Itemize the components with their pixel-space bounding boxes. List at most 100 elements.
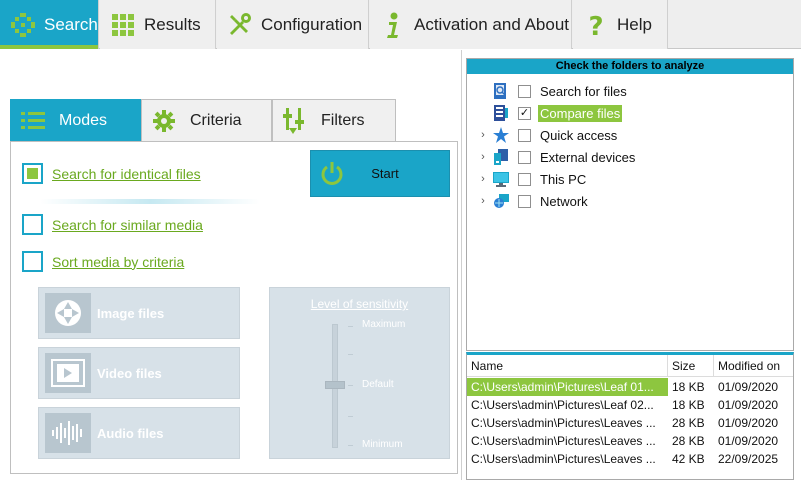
expand-chevron-icon[interactable]: › <box>476 195 490 207</box>
option-similar-media[interactable]: Search for similar media <box>22 214 203 235</box>
start-button[interactable]: Start <box>310 150 450 197</box>
tree-item-label: Search for files <box>540 83 627 99</box>
file-modified: 01/09/2020 <box>714 378 793 396</box>
file-row[interactable]: C:\Users\admin\Pictures\Leaf 02... 18 KB… <box>467 396 793 414</box>
sensitivity-title: Level of sensitivity <box>310 297 409 311</box>
svg-text:?: ? <box>588 12 603 39</box>
video-icon <box>45 353 91 393</box>
slider-tick <box>348 445 353 446</box>
tab-results[interactable]: Results <box>100 0 216 49</box>
option-sort-media[interactable]: Sort media by criteria <box>22 251 184 272</box>
start-button-label: Start <box>371 166 399 181</box>
file-size: 42 KB <box>672 452 705 466</box>
compare-files-checkbox[interactable]: ✓ <box>518 106 531 120</box>
identical-files-label[interactable]: Search for identical files <box>52 166 201 182</box>
slider-tick <box>348 326 353 327</box>
waveform-icon <box>45 413 91 453</box>
file-row[interactable]: C:\Users\admin\Pictures\Leaves ... 28 KB… <box>467 432 793 450</box>
slider-tick <box>348 416 353 417</box>
tab-activation-about[interactable]: Activation and About <box>370 0 572 49</box>
slider-tick <box>348 354 353 355</box>
file-name: C:\Users\admin\Pictures\Leaves ... <box>471 434 656 448</box>
tree-item-label: Network <box>540 193 588 209</box>
file-modified: 22/09/2025 <box>718 452 779 466</box>
tab-search-label: Search <box>44 14 98 34</box>
file-size: 18 KB <box>668 378 714 396</box>
question-icon: ? <box>579 8 613 42</box>
network-checkbox[interactable] <box>518 194 531 208</box>
column-header-name[interactable]: Name <box>467 355 668 377</box>
column-header-modified[interactable]: Modified on <box>714 355 793 377</box>
identical-files-checkbox[interactable] <box>22 163 43 184</box>
tree-item-label: This PC <box>540 171 587 187</box>
sensitivity-max-label: Maximum <box>362 319 406 330</box>
tab-help[interactable]: ? Help <box>573 0 668 49</box>
file-row[interactable]: C:\Users\admin\Pictures\Leaf 01... 18 KB… <box>467 378 793 396</box>
tools-icon <box>223 8 257 42</box>
file-row[interactable]: C:\Users\admin\Pictures\Leaves ... 42 KB… <box>467 450 793 468</box>
main-tab-bar: Search Results Configuration Activation … <box>0 0 801 49</box>
filter-sliders-icon <box>281 107 309 135</box>
checkbox-checked-mark <box>27 168 38 179</box>
tab-filters-label: Filters <box>321 111 365 129</box>
option-divider <box>40 199 260 204</box>
tab-search[interactable]: Search <box>0 0 99 49</box>
expand-chevron-icon[interactable]: › <box>476 151 490 163</box>
audio-files-button: Audio files <box>38 407 240 459</box>
tab-criteria-label: Criteria <box>190 111 242 129</box>
tree-item-search-files[interactable]: Search for files <box>467 81 629 101</box>
tree-item-compare-files[interactable]: ✓ Compare files <box>467 103 623 123</box>
option-identical-files[interactable]: Search for identical files <box>22 163 201 184</box>
list-icon <box>19 107 47 135</box>
folder-tree-panel: Check the folders to analyze Search for … <box>466 58 794 351</box>
column-header-size[interactable]: Size <box>668 355 714 377</box>
tree-item-label: Compare files <box>538 104 623 122</box>
compare-files-icon <box>492 104 510 122</box>
tab-configuration[interactable]: Configuration <box>217 0 369 49</box>
file-list-header: Name Size Modified on <box>467 355 793 377</box>
tab-activation-about-label: Activation and About <box>414 14 570 34</box>
folder-tree-header: Check the folders to analyze <box>467 59 793 74</box>
tab-help-label: Help <box>617 14 652 34</box>
file-name: C:\Users\admin\Pictures\Leaves ... <box>471 452 656 466</box>
star-icon <box>492 126 510 144</box>
file-modified: 01/09/2020 <box>718 398 779 412</box>
sensitivity-min-label: Minimum <box>362 439 403 450</box>
external-devices-checkbox[interactable] <box>518 150 531 164</box>
image-files-button: Image files <box>38 287 240 339</box>
tree-item-external-devices[interactable]: › External devices <box>467 147 637 167</box>
file-modified: 01/09/2020 <box>718 434 779 448</box>
sort-media-label[interactable]: Sort media by criteria <box>52 254 184 270</box>
tree-item-label: External devices <box>540 149 636 165</box>
similar-media-checkbox[interactable] <box>22 214 43 235</box>
results-grid-icon <box>106 8 140 42</box>
tree-item-quick-access[interactable]: › Quick access <box>467 125 619 145</box>
power-icon <box>317 159 347 189</box>
file-list-panel: Name Size Modified on C:\Users\admin\Pic… <box>466 352 794 480</box>
similar-media-label[interactable]: Search for similar media <box>52 217 203 233</box>
tree-item-network[interactable]: › Network <box>467 191 590 211</box>
monitor-icon <box>492 170 510 188</box>
this-pc-checkbox[interactable] <box>518 172 531 186</box>
file-row[interactable]: C:\Users\admin\Pictures\Leaves ... 28 KB… <box>467 414 793 432</box>
info-icon <box>376 8 410 42</box>
tab-modes[interactable]: Modes <box>10 99 141 144</box>
network-icon <box>492 192 510 210</box>
sort-media-checkbox[interactable] <box>22 251 43 272</box>
tab-modes-label: Modes <box>59 111 108 129</box>
expand-chevron-icon[interactable]: › <box>476 129 490 141</box>
sensitivity-slider-thumb <box>325 381 345 389</box>
file-name: C:\Users\admin\Pictures\Leaf 01... <box>471 380 654 394</box>
quick-access-checkbox[interactable] <box>518 128 531 142</box>
aperture-icon <box>45 293 91 333</box>
search-files-checkbox[interactable] <box>518 84 531 98</box>
video-files-button: Video files <box>38 347 240 399</box>
sensitivity-default-label: Default <box>362 379 394 390</box>
expand-chevron-icon[interactable]: › <box>476 173 490 185</box>
tab-filters[interactable]: Filters <box>272 99 396 141</box>
tree-item-this-pc[interactable]: › This PC <box>467 169 588 189</box>
gear-icon <box>150 107 178 135</box>
file-size: 28 KB <box>672 434 705 448</box>
tab-criteria[interactable]: Criteria <box>141 99 272 141</box>
audio-files-label: Audio files <box>97 425 164 441</box>
